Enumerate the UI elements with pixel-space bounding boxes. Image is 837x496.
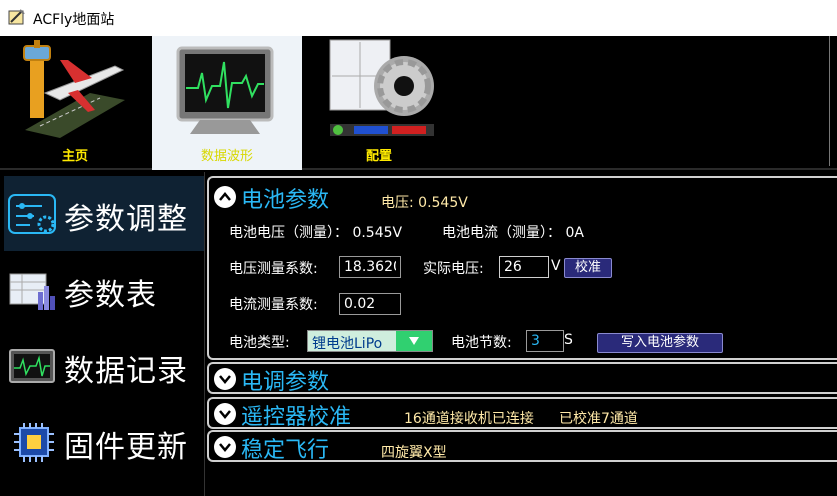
stable-section-title: 稳定飞行 [241,438,330,463]
battery-type-value: 锂电池LiPo [312,336,383,352]
sidebar-item-data-log[interactable]: 数据记录 [4,328,204,403]
window-title: ACFly地面站 [33,12,115,28]
toolbar-config[interactable]: 配置 [304,36,454,170]
sidebar: 参数调整 参数表 数据记录 固件更新 [0,172,205,496]
sidebar-item-firmware[interactable]: 固件更新 [4,404,204,479]
rc-calibrated-status: 已校准7通道 [559,411,638,427]
airport-tower-plane-icon [23,40,125,138]
current-coef-input[interactable] [339,293,401,315]
expand-esc-button[interactable] [214,368,236,390]
settings-sliders-icon [8,194,56,234]
battery-section-title: 电池参数 [241,188,330,213]
measured-current-text: 电池电流（测量）： 0A [442,225,584,241]
toolbar-home-label: 主页 [61,149,88,164]
measured-voltage-text: 电池电压（测量）： 0.545V [229,225,403,241]
cell-count-label: 电池节数: [451,335,512,351]
rc-receiver-status: 16通道接收机已连接 [404,411,534,427]
cell-count-input[interactable] [526,330,564,352]
toolbar-home[interactable]: 主页 [0,36,150,170]
chevron-down-icon [219,410,231,419]
chevron-down-icon [219,375,231,384]
dropdown-arrow[interactable] [396,331,432,351]
chip-icon [14,423,54,462]
gear-config-icon [329,39,434,136]
esc-panel[interactable]: 电调参数 [207,362,837,395]
chevron-down-icon [219,443,231,452]
write-battery-params-button[interactable]: 写入电池参数 [597,333,723,353]
sidebar-item-label: 数据记录 [64,354,188,389]
actual-voltage-label: 实际电压: [423,261,484,277]
esc-section-title: 电调参数 [241,370,330,395]
sidebar-item-param-adjust[interactable]: 参数调整 [4,176,204,251]
actual-voltage-input[interactable] [499,256,549,278]
cell-count-unit: S [564,332,573,348]
toolbar-waveform[interactable]: 数据波形 [152,36,302,170]
current-coef-label: 电流测量系数: [229,297,318,313]
toolbar-waveform-label: 数据波形 [200,149,253,164]
battery-type-label: 电池类型: [229,335,290,351]
frame-type-text: 四旋翼X型 [381,445,447,461]
spreadsheet-chart-icon [9,273,55,310]
app-icon [8,9,25,25]
sidebar-item-param-table[interactable]: 参数表 [4,252,204,327]
main-toolbar: 主页 数据波形 配置 [0,36,837,170]
toolbar-scrollbar[interactable] [829,36,837,166]
toolbar-config-label: 配置 [365,149,392,164]
battery-type-select[interactable]: 锂电池LiPo [307,330,433,352]
calibrate-button[interactable]: 校准 [564,258,612,278]
sidebar-item-label: 参数调整 [64,202,188,237]
monitor-waveform-icon [176,46,274,134]
collapse-battery-button[interactable] [214,186,236,208]
waveform-log-icon [9,349,55,383]
stable-flight-panel[interactable]: 稳定飞行 四旋翼X型 [207,430,837,463]
rc-section-title: 遥控器校准 [241,405,352,430]
voltage-unit: V [551,258,561,274]
title-bar: ACFly地面站 [0,0,837,36]
chevron-up-icon [219,192,231,201]
voltage-coef-label: 电压测量系数: [229,261,318,277]
voltage-coef-input[interactable] [339,256,401,278]
expand-rc-button[interactable] [214,403,236,425]
sidebar-item-label: 固件更新 [64,430,188,465]
battery-voltage-info: 电压: 0.545V [381,195,468,211]
chevron-down-icon [409,337,419,345]
battery-panel: 电池参数 电压: 0.545V 电池电压（测量）： 0.545V 电池电流（测量… [207,176,837,360]
expand-stable-button[interactable] [214,436,236,458]
sidebar-item-label: 参数表 [64,278,157,313]
rc-panel[interactable]: 遥控器校准 16通道接收机已连接 已校准7通道 [207,397,837,430]
